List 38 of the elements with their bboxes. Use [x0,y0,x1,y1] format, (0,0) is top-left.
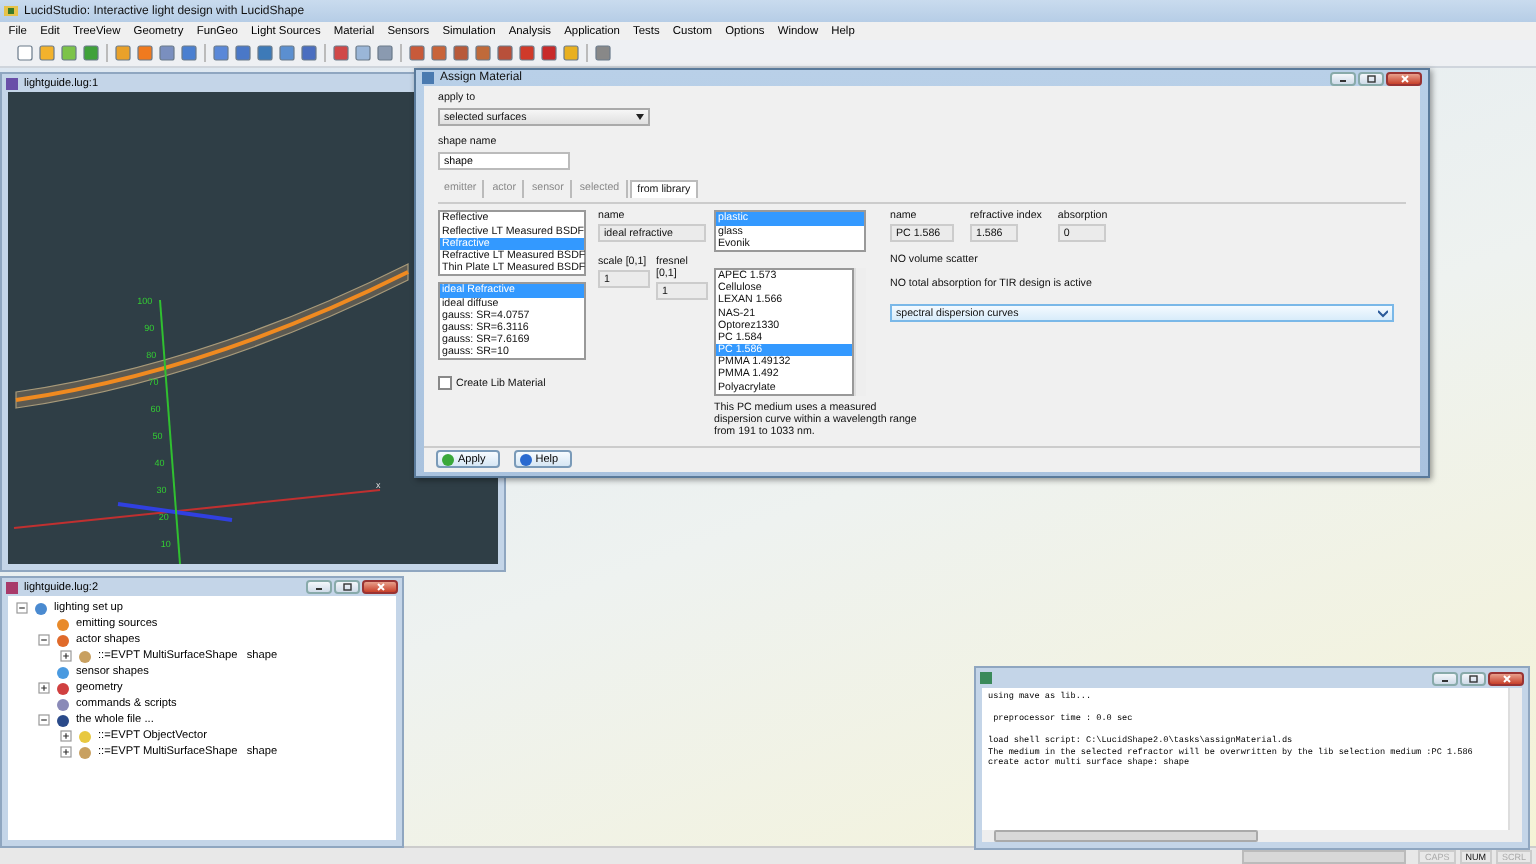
scrollbar[interactable] [982,830,1522,842]
expand-toggle-icon[interactable] [60,730,72,742]
maximize-button[interactable] [1460,671,1486,685]
window-icon [980,672,992,684]
close-icon [373,582,387,592]
z-axis-drawing [117,502,233,522]
node-icon [34,601,48,615]
close-button[interactable] [1386,71,1422,86]
close-button[interactable] [362,580,398,594]
close-icon [1397,73,1411,84]
minimize-button[interactable] [1432,671,1458,685]
collapse-toggle-icon[interactable] [16,602,28,614]
maximize-button[interactable] [334,580,360,594]
expand-toggle-icon[interactable] [60,650,72,662]
maximize-button[interactable] [1358,71,1384,86]
minimize-button[interactable] [306,580,332,594]
caret-icon [636,114,644,121]
collapse-toggle-icon[interactable] [38,634,50,646]
app-icon [4,4,18,18]
minimize-button[interactable] [1330,71,1356,86]
check-icon [442,453,454,466]
close-icon [1499,673,1513,683]
node-icon [78,649,92,663]
help-icon [519,453,532,466]
expand-toggle-icon[interactable] [38,682,50,694]
minimize-icon [312,582,326,592]
window-icon [422,72,434,85]
maximize-icon [1466,673,1480,683]
scrollbar[interactable] [1508,688,1522,830]
expand-toggle-icon[interactable] [60,746,72,758]
window-icon [6,581,18,593]
collapse-toggle-icon[interactable] [38,714,50,726]
checkbox[interactable] [438,376,452,391]
window-icon [6,77,18,89]
maximize-icon [1364,73,1378,84]
close-button[interactable] [1488,671,1524,685]
maximize-icon [340,582,354,592]
caret-icon [1378,309,1388,318]
